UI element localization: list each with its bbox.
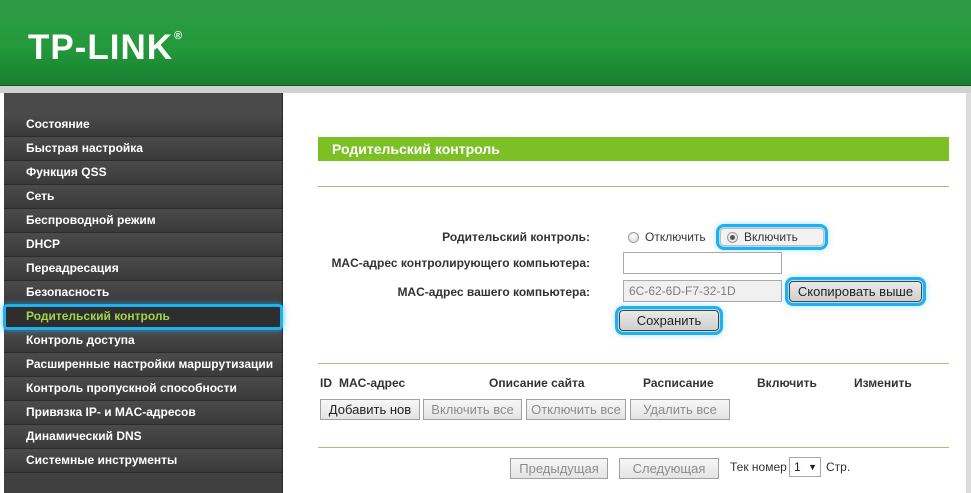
sidebar-item-qss[interactable]: Функция QSS: [4, 161, 282, 185]
sidebar-item-advanced-routing[interactable]: Расширенные настройки маршрутизации: [4, 353, 282, 377]
prev-page-button: Предыдущая: [510, 458, 608, 479]
add-new-button[interactable]: Добавить нов: [320, 399, 420, 420]
tp-link-logo: TP-LINK®: [28, 28, 183, 68]
sidebar-item-dhcp[interactable]: DHCP: [4, 233, 282, 257]
header-banner: TP-LINK®: [0, 0, 971, 86]
sidebar-item-forwarding[interactable]: Переадресация: [4, 257, 282, 281]
col-header-id: ID: [320, 376, 332, 390]
col-header-enable: Включить: [757, 376, 817, 390]
sidebar-item-dynamic-dns[interactable]: Динамический DNS: [4, 425, 282, 449]
sidebar-item-bandwidth-control[interactable]: Контроль пропускной способности: [4, 377, 282, 401]
radio-disable[interactable]: Отключить: [628, 230, 706, 244]
page-select[interactable]: 1 ▼: [789, 457, 821, 477]
sidebar-item-access-control[interactable]: Контроль доступа: [4, 329, 282, 353]
sidebar-item-ip-mac-binding[interactable]: Привязка IP- и MAC-адресов: [4, 401, 282, 425]
divider-middle: [318, 363, 949, 364]
radio-enable[interactable]: Включить: [716, 224, 828, 250]
sidebar-item-quick-setup[interactable]: Быстрая настройка: [4, 137, 282, 161]
divider-top: [318, 186, 949, 187]
controlling-mac-label: MAC-адрес контролирующего компьютера:: [331, 256, 590, 270]
next-page-button: Следующая: [619, 458, 719, 479]
col-header-site-desc: Описание сайта: [489, 376, 585, 390]
page-title: Родительский контроль: [318, 137, 949, 161]
sidebar-top-pad: [4, 93, 282, 113]
your-mac-input: [623, 280, 782, 302]
disable-all-button: Отключить все: [526, 399, 626, 420]
registered-mark: ®: [174, 30, 184, 42]
page-suffix: Стр.: [826, 460, 851, 474]
delete-all-button: Удалить все: [630, 399, 730, 420]
sidebar-item-security[interactable]: Безопасность: [4, 281, 282, 305]
sidebar-item-system-tools[interactable]: Системные инструменты: [4, 449, 282, 473]
parental-control-label: Родительский контроль:: [442, 230, 590, 244]
radio-enable-circle[interactable]: [727, 232, 738, 243]
col-header-schedule: Расписание: [643, 376, 714, 390]
save-button[interactable]: Сохранить: [615, 306, 723, 335]
divider-bottom: [318, 447, 949, 448]
your-mac-label: MAC-адрес вашего компьютера:: [397, 285, 590, 299]
col-header-edit: Изменить: [854, 376, 912, 390]
chevron-down-icon: ▼: [808, 462, 817, 472]
logo-text: TP-LINK: [28, 28, 174, 67]
sidebar-item-parental-control[interactable]: Родительский контроль: [3, 304, 283, 330]
page-select-value: 1: [794, 460, 801, 474]
col-header-mac: MAC-адрес: [339, 376, 406, 390]
sidebar-item-wireless[interactable]: Беспроводной режим: [4, 209, 282, 233]
enable-all-button: Включить все: [423, 399, 522, 420]
sidebar-item-network[interactable]: Сеть: [4, 185, 282, 209]
current-page-label: Тек номер: [730, 460, 787, 474]
controlling-mac-input[interactable]: [623, 252, 782, 274]
radio-disable-label: Отключить: [645, 230, 706, 244]
radio-enable-label: Включить: [744, 230, 798, 244]
main-content: Родительский контроль Родительский контр…: [288, 93, 971, 493]
right-edge: [966, 93, 971, 493]
copy-mac-button[interactable]: Скопировать выше: [785, 277, 926, 306]
header-divider: [0, 86, 971, 93]
sidebar: Состояние Быстрая настройка Функция QSS …: [3, 93, 283, 493]
radio-disable-circle[interactable]: [628, 232, 639, 243]
sidebar-item-status[interactable]: Состояние: [4, 113, 282, 137]
